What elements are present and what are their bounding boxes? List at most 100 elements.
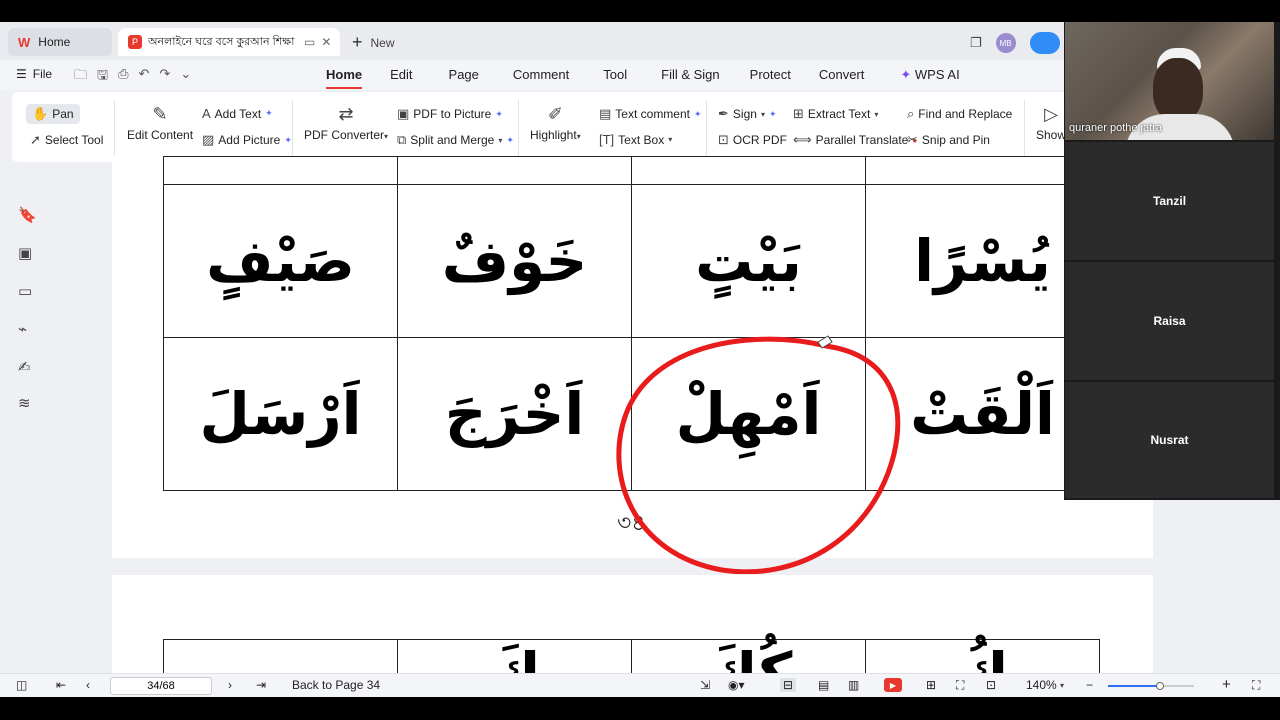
add-picture-button[interactable]: ▨ Add Picture ✦ xyxy=(202,132,292,148)
pdf-to-picture-button[interactable]: ▣ PDF to Picture ✦ xyxy=(397,106,503,122)
extract-text-label: Extract Text xyxy=(807,107,871,121)
parallel-translate-button[interactable]: ⟺ Parallel Translate ● xyxy=(793,132,917,148)
next-page-icon[interactable]: › xyxy=(228,678,232,692)
sign-button[interactable]: ✒ Sign ▾ ✦ xyxy=(718,106,777,122)
left-sidebar: 🔖 ▣ ▭ ⌁ ✍ ≋ xyxy=(0,162,52,676)
sparkle-icon: ✦ xyxy=(506,134,514,145)
tab-comment[interactable]: Comment xyxy=(513,67,569,83)
tab-home[interactable]: W Home xyxy=(8,28,112,56)
table-row xyxy=(163,156,1100,185)
split-merge-button[interactable]: ⧉ Split and Merge ▾ ✦ xyxy=(397,132,514,148)
zoom-dropdown[interactable]: 140% ▾ xyxy=(1026,678,1064,692)
chevron-down-icon[interactable]: ⌄ xyxy=(180,66,191,88)
table-cell xyxy=(163,156,398,185)
prev-page-icon[interactable]: ‹ xyxy=(86,678,90,692)
letter-table-next: كَ كُكَ كُ xyxy=(163,639,1100,677)
divider xyxy=(706,100,707,156)
extract-text-button[interactable]: ⊞ Extract Text ▾ xyxy=(793,106,878,122)
last-page-icon[interactable]: ⇥ xyxy=(256,678,266,692)
split-merge-label: Split and Merge xyxy=(410,133,495,147)
export-icon[interactable]: ⇲ xyxy=(700,678,710,692)
hamburger-icon: ☰ xyxy=(16,67,27,81)
bookmark-icon[interactable]: 🔖 xyxy=(18,206,37,224)
quick-access-toolbar: 🗀 🖫 ⎙ ↶ ↷ ⌄ xyxy=(74,66,191,88)
fullscreen-icon[interactable]: ⛶ xyxy=(1252,678,1260,693)
tab-fill-sign[interactable]: Fill & Sign xyxy=(661,67,720,83)
divider xyxy=(1024,100,1025,156)
pan-label: Pan xyxy=(52,107,74,121)
participant-name: Raisa xyxy=(1153,314,1186,328)
restore-window-icon[interactable]: ❐ xyxy=(970,35,982,51)
play-icon: ▷ xyxy=(1044,104,1058,124)
undo-icon[interactable]: ↶ xyxy=(139,66,150,88)
attachment-icon[interactable]: ⌁ xyxy=(18,320,27,338)
text-comment-button[interactable]: ▤ Text comment ✦ xyxy=(599,106,702,122)
tab-home-ribbon[interactable]: Home xyxy=(326,67,363,89)
comment-panel-icon[interactable]: ▭ xyxy=(18,282,32,300)
print-icon[interactable]: ⎙ xyxy=(118,66,128,88)
zoom-slider[interactable] xyxy=(1108,682,1194,690)
play-slideshow-button[interactable]: ▶ xyxy=(884,678,902,692)
page-number-input[interactable] xyxy=(110,677,212,695)
find-replace-label: Find and Replace xyxy=(918,107,1013,121)
text-box-icon: [T] xyxy=(599,132,615,147)
participant-tile[interactable]: Raisa xyxy=(1065,262,1274,380)
ocr-pdf-button[interactable]: ⊡ OCR PDF xyxy=(718,132,787,148)
zoom-out-icon[interactable]: − xyxy=(1086,678,1093,692)
pan-button[interactable]: ✋ Pan xyxy=(26,104,80,124)
file-menu[interactable]: ☰ File xyxy=(16,67,52,81)
tab-protect[interactable]: Protect xyxy=(750,67,791,83)
two-page-icon[interactable]: ▥ xyxy=(848,678,859,692)
snip-pin-button[interactable]: ✂ Snip and Pin xyxy=(907,132,990,148)
open-folder-icon[interactable]: 🗀 xyxy=(74,66,87,88)
new-tab-button[interactable]: + New xyxy=(352,32,395,53)
tab-tool[interactable]: Tool xyxy=(603,67,627,83)
sidebar-toggle-icon[interactable]: ◫ xyxy=(16,678,27,692)
layers-icon[interactable]: ≋ xyxy=(18,394,31,412)
zoom-slider-handle[interactable] xyxy=(1155,682,1164,690)
fit-page-icon[interactable]: ⛶ xyxy=(956,678,964,693)
zoom-in-icon[interactable]: + xyxy=(1222,676,1231,693)
find-replace-button[interactable]: ⌕ Find and Replace xyxy=(907,106,1012,122)
fit-width-icon[interactable]: ⊞ xyxy=(926,678,936,692)
save-icon[interactable]: 🖫 xyxy=(97,66,108,88)
pdf-converter-button[interactable]: ⇄ PDF Converter▾ xyxy=(304,104,388,142)
edit-content-button[interactable]: ✎ Edit Content xyxy=(127,104,193,142)
participant-tile[interactable]: Tanzil xyxy=(1065,142,1274,260)
thumbnail-icon[interactable]: ▣ xyxy=(18,244,32,262)
window-controls: ❐ MB xyxy=(970,32,1060,54)
snip-pin-label: Snip and Pin xyxy=(921,133,990,147)
back-to-page-link[interactable]: Back to Page 34 xyxy=(292,678,380,692)
text-box-button[interactable]: [T] Text Box ▾ xyxy=(599,132,672,147)
table-row: صَيْفٍ خَوْفٌ بَيْتٍ يُسْرًا xyxy=(163,184,1100,338)
show-button[interactable]: ▷ Show xyxy=(1036,104,1066,142)
tab-document[interactable]: P অনলাইনে ঘরে বসে কুরআন শিক্ষা ▭ ✕ xyxy=(118,28,340,56)
tab-convert[interactable]: Convert xyxy=(819,67,865,83)
text-box-label: Text Box xyxy=(618,132,665,147)
participant-tile[interactable]: Nusrat xyxy=(1065,382,1274,498)
sparkle-icon: ✦ xyxy=(768,108,777,119)
continuous-page-icon[interactable]: ▤ xyxy=(818,678,829,692)
close-tab-icon[interactable]: ✕ xyxy=(321,35,331,49)
highlight-button[interactable]: ✐ Highlight▾ xyxy=(530,104,581,142)
play-icon: ▶ xyxy=(884,678,902,692)
tab-edit[interactable]: Edit xyxy=(390,67,412,83)
redo-icon[interactable]: ↷ xyxy=(159,66,170,88)
tab-wps-ai[interactable]: ✦ WPS AI xyxy=(900,67,959,83)
tab-page[interactable]: Page xyxy=(449,67,479,83)
monitor-icon[interactable]: ▭ xyxy=(304,35,315,49)
add-text-button[interactable]: A Add Text ✦ xyxy=(202,106,273,121)
select-tool-button[interactable]: ➚ Select Tool xyxy=(30,132,103,148)
sparkle-icon: ✦ xyxy=(900,67,912,82)
rotate-icon[interactable]: ⊡ xyxy=(986,678,996,692)
tab-home-label: Home xyxy=(38,35,71,49)
eye-icon[interactable]: ◉▾ xyxy=(728,678,745,692)
show-label: Show xyxy=(1036,128,1066,142)
file-menu-label: File xyxy=(32,67,53,81)
single-page-icon[interactable]: ⊟ xyxy=(780,678,797,692)
word-cell: اَخْرَجَ xyxy=(397,337,632,491)
first-page-icon[interactable]: ⇤ xyxy=(56,678,66,692)
signature-icon[interactable]: ✍ xyxy=(18,358,31,376)
avatar[interactable]: MB xyxy=(995,33,1016,53)
account-button[interactable] xyxy=(1029,32,1060,54)
